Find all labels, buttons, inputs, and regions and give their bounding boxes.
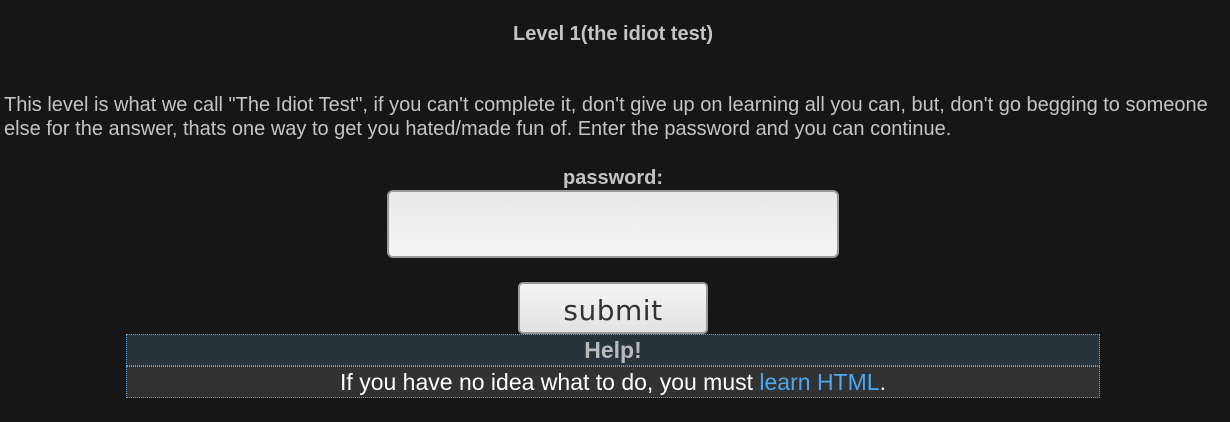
learn-html-link[interactable]: learn HTML [759,369,879,395]
password-label: password: [562,167,664,189]
submit-button[interactable]: submit [518,282,708,334]
page-title: Level 1(the idiot test) [512,23,714,45]
help-title: Help! [126,334,1100,366]
help-box: Help! If you have no idea what to do, yo… [126,334,1100,398]
password-input[interactable] [387,190,839,258]
help-text-before: If you have no idea what to do, you must [340,369,760,395]
help-text: If you have no idea what to do, you must… [126,366,1100,398]
help-text-after: . [879,369,886,395]
level-intro-text: This level is what we call "The Idiot Te… [4,94,1208,140]
